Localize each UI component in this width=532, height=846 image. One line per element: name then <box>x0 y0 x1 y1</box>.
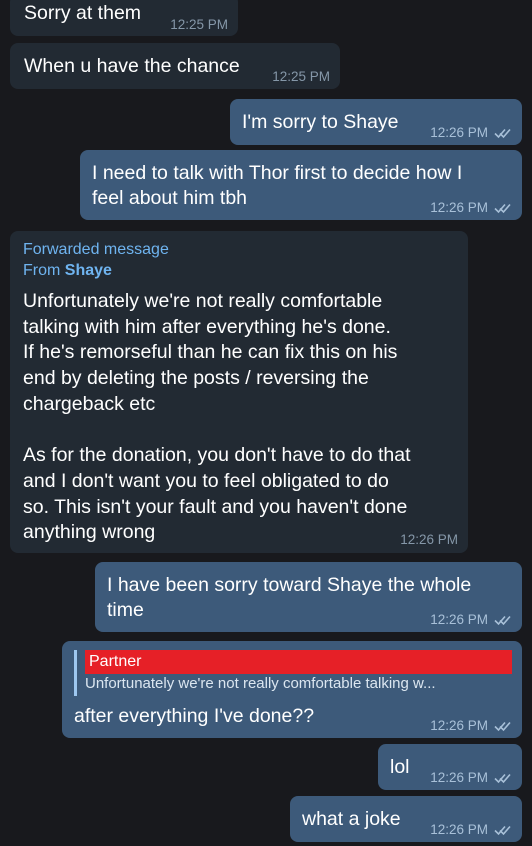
double-check-icon <box>494 824 512 836</box>
message-time: 12:26 PM <box>430 200 512 215</box>
forwarded-label: Forwarded message <box>23 241 169 258</box>
message-time: 12:26 PM <box>430 718 512 733</box>
reply-preview[interactable]: Partner Unfortunately we're not really c… <box>74 650 512 696</box>
message-text: I need to talk with Thor first to decide… <box>92 162 463 209</box>
reply-message-bubble[interactable]: Partner Unfortunately we're not really c… <box>62 641 522 738</box>
message-text: Unfortunately we're not really comfortab… <box>23 290 411 544</box>
message-text: I have been sorry toward Shaye the whole… <box>107 574 472 621</box>
message-time: 12:26 PM <box>430 125 512 140</box>
reply-sender-name: Partner <box>85 650 512 674</box>
forwarded-from[interactable]: From Shaye <box>23 262 112 280</box>
chat-area: Sorry at them 12:25 PM When u have the c… <box>0 0 532 846</box>
message-bubble-outgoing[interactable]: what a joke 12:26 PM <box>290 796 522 842</box>
message-time: 12:25 PM <box>272 69 330 84</box>
forwarded-from-prefix: From <box>23 262 61 279</box>
forwarded-message-bubble[interactable]: Forwarded message From Shaye Unfortunate… <box>10 231 468 553</box>
message-text: Sorry at them <box>24 2 142 24</box>
message-bubble-incoming[interactable]: When u have the chance 12:25 PM <box>10 43 340 89</box>
message-time: 12:26 PM <box>400 532 458 547</box>
message-bubble-outgoing[interactable]: lol 12:26 PM <box>378 744 522 790</box>
double-check-icon <box>494 614 512 626</box>
message-bubble-outgoing[interactable]: I need to talk with Thor first to decide… <box>80 150 522 220</box>
forwarded-from-name[interactable]: Shaye <box>65 262 112 279</box>
message-text: When u have the chance <box>24 55 240 77</box>
double-check-icon <box>494 202 512 214</box>
message-bubble-outgoing[interactable]: I'm sorry to Shaye 12:26 PM <box>230 99 522 145</box>
message-bubble-incoming[interactable]: Sorry at them 12:25 PM <box>10 0 238 36</box>
message-time: 12:26 PM <box>430 770 512 785</box>
message-time: 12:26 PM <box>430 612 512 627</box>
double-check-icon <box>494 720 512 732</box>
message-text: I'm sorry to Shaye <box>242 111 399 133</box>
message-text: lol <box>390 756 410 778</box>
double-check-icon <box>494 127 512 139</box>
message-bubble-outgoing[interactable]: I have been sorry toward Shaye the whole… <box>95 562 522 632</box>
reply-snippet: Unfortunately we're not really comfortab… <box>85 675 436 692</box>
message-text: what a joke <box>302 808 401 830</box>
double-check-icon <box>494 772 512 784</box>
message-time: 12:26 PM <box>430 822 512 837</box>
message-time: 12:25 PM <box>170 17 228 32</box>
message-text: after everything I've done?? <box>74 705 315 727</box>
